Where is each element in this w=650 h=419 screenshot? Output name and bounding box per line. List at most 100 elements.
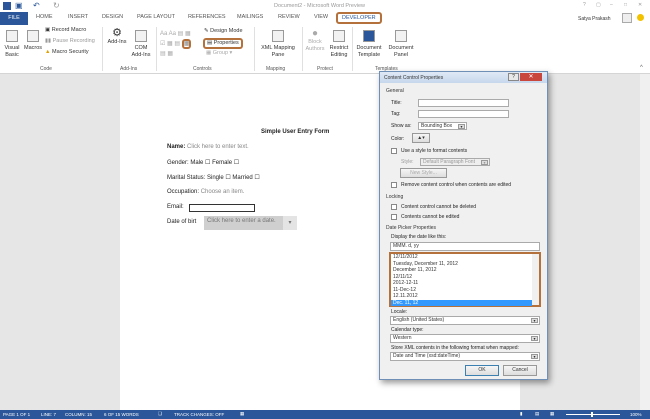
dialog-close-button[interactable]: ✕ bbox=[520, 73, 542, 81]
design-mode-button[interactable]: ✎ Design Mode bbox=[204, 28, 243, 35]
name-row: Name: Click here to enter text. bbox=[167, 144, 249, 150]
save-icon[interactable]: ▣ bbox=[15, 1, 23, 10]
minimize-button[interactable]: – bbox=[610, 2, 613, 8]
status-column[interactable]: COLUMN: 15 bbox=[65, 412, 92, 417]
restrict-editing-icon bbox=[333, 30, 345, 42]
cancel-button[interactable]: Cancel bbox=[503, 365, 537, 376]
tab-home[interactable]: HOME bbox=[36, 14, 53, 20]
print-layout-icon[interactable]: ▤ bbox=[535, 411, 539, 417]
store-xml-select[interactable]: Date and Time (xsd:dateTime) ▾ bbox=[390, 352, 540, 361]
block-authors-button[interactable]: ● Block Authors bbox=[304, 28, 326, 53]
properties-button[interactable]: ▤ Properties bbox=[203, 38, 243, 49]
store-xml-label: Store XML contents in the following form… bbox=[391, 345, 519, 351]
color-picker-button[interactable]: ▲▾ bbox=[412, 133, 430, 143]
title-label: Title: bbox=[391, 100, 402, 106]
add-ins-button[interactable]: ⚙ Add-Ins bbox=[106, 27, 128, 46]
tab-insert[interactable]: INSERT bbox=[68, 14, 88, 20]
new-style-button[interactable]: New Style... bbox=[400, 168, 447, 178]
user-name[interactable]: Satya Prakash bbox=[578, 16, 611, 22]
date-format-list[interactable]: 12/11/2012 Tuesday, December 11, 2012 Dece… bbox=[389, 252, 541, 307]
date-picker-control-button[interactable]: ▦ bbox=[181, 39, 192, 49]
proofing-icon[interactable]: ❏ bbox=[158, 411, 162, 417]
show-as-select[interactable]: Bounding Box ▾ bbox=[418, 122, 467, 130]
macros-icon bbox=[27, 30, 39, 42]
block-authors-icon: ● bbox=[311, 28, 319, 39]
remove-control-checkbox[interactable] bbox=[391, 182, 397, 188]
dialog-help-button[interactable]: ? bbox=[508, 73, 519, 81]
tab-developer[interactable]: DEVELOPER bbox=[336, 12, 382, 24]
close-button[interactable]: ✕ bbox=[638, 2, 642, 8]
smiley-icon[interactable] bbox=[637, 14, 644, 21]
tab-references[interactable]: REFERENCES bbox=[188, 14, 226, 20]
locking-heading: Locking bbox=[386, 194, 404, 200]
gear-icon: ⚙ bbox=[112, 27, 122, 39]
date-format-input[interactable]: MMM. d, yy bbox=[390, 242, 540, 251]
visual-basic-icon bbox=[6, 30, 18, 42]
status-words[interactable]: 6 OF 15 WORDS bbox=[104, 412, 139, 417]
style-select[interactable]: Default Paragraph Font ▾ bbox=[420, 158, 490, 166]
collapse-ribbon-icon[interactable]: ^ bbox=[640, 65, 643, 71]
status-page[interactable]: PAGE 1 OF 1 bbox=[3, 412, 30, 417]
restrict-editing-button[interactable]: Restrict Editing bbox=[328, 30, 350, 59]
chevron-down-icon: ▾ bbox=[531, 336, 538, 341]
email-field[interactable] bbox=[189, 204, 255, 212]
tab-page-layout[interactable]: PAGE LAYOUT bbox=[137, 14, 175, 20]
lock-delete-label: Content control cannot be deleted bbox=[401, 204, 477, 210]
gender-row[interactable]: Gender: Male ☐ Female ☐ bbox=[167, 159, 239, 166]
pause-recording-button[interactable]: ▮▮ Pause Recording bbox=[45, 38, 95, 45]
macros-button[interactable]: Macros bbox=[23, 30, 43, 52]
ribbon-display-button[interactable]: ▢ bbox=[596, 2, 601, 8]
vertical-scrollbar[interactable] bbox=[640, 74, 650, 410]
tab-file[interactable]: FILE bbox=[0, 12, 28, 25]
title-input[interactable] bbox=[418, 99, 509, 107]
dob-date-picker[interactable]: Click here to enter a date. ▾ bbox=[204, 216, 297, 230]
xml-mapping-pane-button[interactable]: XML Mapping Pane bbox=[256, 30, 300, 59]
tab-mailings[interactable]: MAILINGS bbox=[237, 14, 263, 20]
content-controls-gallery[interactable]: Aa Aa ▤ ▦ ☑ ▦ ▤ ▦ ▤ ▦ bbox=[160, 29, 198, 59]
visual-basic-button[interactable]: Visual Basic bbox=[2, 30, 22, 59]
com-add-ins-button[interactable]: COM Add-Ins bbox=[130, 30, 152, 59]
lock-edit-checkbox[interactable] bbox=[391, 214, 397, 220]
name-field[interactable]: Click here to enter text. bbox=[187, 144, 249, 150]
locale-select[interactable]: English (United States) ▾ bbox=[390, 316, 540, 325]
record-macro-button[interactable]: ▣ Record Macro bbox=[45, 27, 86, 34]
macro-security-button[interactable]: ▲ Macro Security bbox=[45, 49, 89, 56]
xml-mapping-icon bbox=[272, 30, 284, 42]
style-label: Style: bbox=[401, 159, 414, 165]
date-format-option[interactable]: Dec. 11, 12 bbox=[391, 299, 532, 306]
marital-row[interactable]: Marital Status: Single ☐ Married ☐ bbox=[167, 174, 260, 181]
tab-design[interactable]: DESIGN bbox=[102, 14, 123, 20]
group-button[interactable]: ▦ Group ▾ bbox=[206, 50, 232, 57]
window-title: Document2 - Microsoft Word Preview bbox=[274, 3, 365, 9]
help-button[interactable]: ? bbox=[583, 2, 586, 8]
maximize-button[interactable]: □ bbox=[624, 2, 627, 8]
lock-delete-checkbox[interactable] bbox=[391, 204, 397, 210]
occupation-dropdown[interactable]: Choose an item. bbox=[201, 189, 245, 195]
macro-record-icon[interactable]: ▦ bbox=[240, 411, 244, 417]
read-mode-icon[interactable]: ▮ bbox=[520, 411, 522, 417]
document-template-button[interactable]: Document Template bbox=[354, 30, 384, 59]
use-style-checkbox[interactable] bbox=[391, 148, 397, 154]
list-scrollbar[interactable] bbox=[532, 254, 539, 305]
chevron-down-icon: ▾ bbox=[481, 160, 488, 165]
group-label-protect: Protect bbox=[317, 66, 333, 72]
status-line[interactable]: LINE: 7 bbox=[41, 412, 56, 417]
redo-icon[interactable]: ↻ bbox=[53, 1, 60, 10]
status-bar: PAGE 1 OF 1 LINE: 7 COLUMN: 15 6 OF 15 W… bbox=[0, 410, 650, 419]
dropdown-arrow-icon[interactable]: ▾ bbox=[283, 216, 297, 230]
status-track-changes[interactable]: TRACK CHANGES: OFF bbox=[174, 412, 224, 417]
calendar-type-select[interactable]: Western ▾ bbox=[390, 334, 540, 343]
web-layout-icon[interactable]: ▦ bbox=[550, 411, 554, 417]
zoom-level[interactable]: 100% bbox=[630, 412, 642, 417]
zoom-slider[interactable] bbox=[566, 414, 620, 415]
undo-icon[interactable]: ↶ bbox=[33, 1, 40, 10]
avatar[interactable] bbox=[622, 13, 632, 23]
tag-label: Tag: bbox=[391, 111, 401, 117]
tab-review[interactable]: REVIEW bbox=[278, 14, 300, 20]
tab-view[interactable]: VIEW bbox=[314, 14, 328, 20]
tag-input[interactable] bbox=[418, 110, 509, 118]
document-panel-button[interactable]: Document Panel bbox=[386, 30, 416, 59]
ok-button[interactable]: OK bbox=[465, 365, 499, 376]
warning-icon: ▲ bbox=[45, 49, 51, 55]
zoom-slider-thumb[interactable] bbox=[591, 412, 593, 417]
